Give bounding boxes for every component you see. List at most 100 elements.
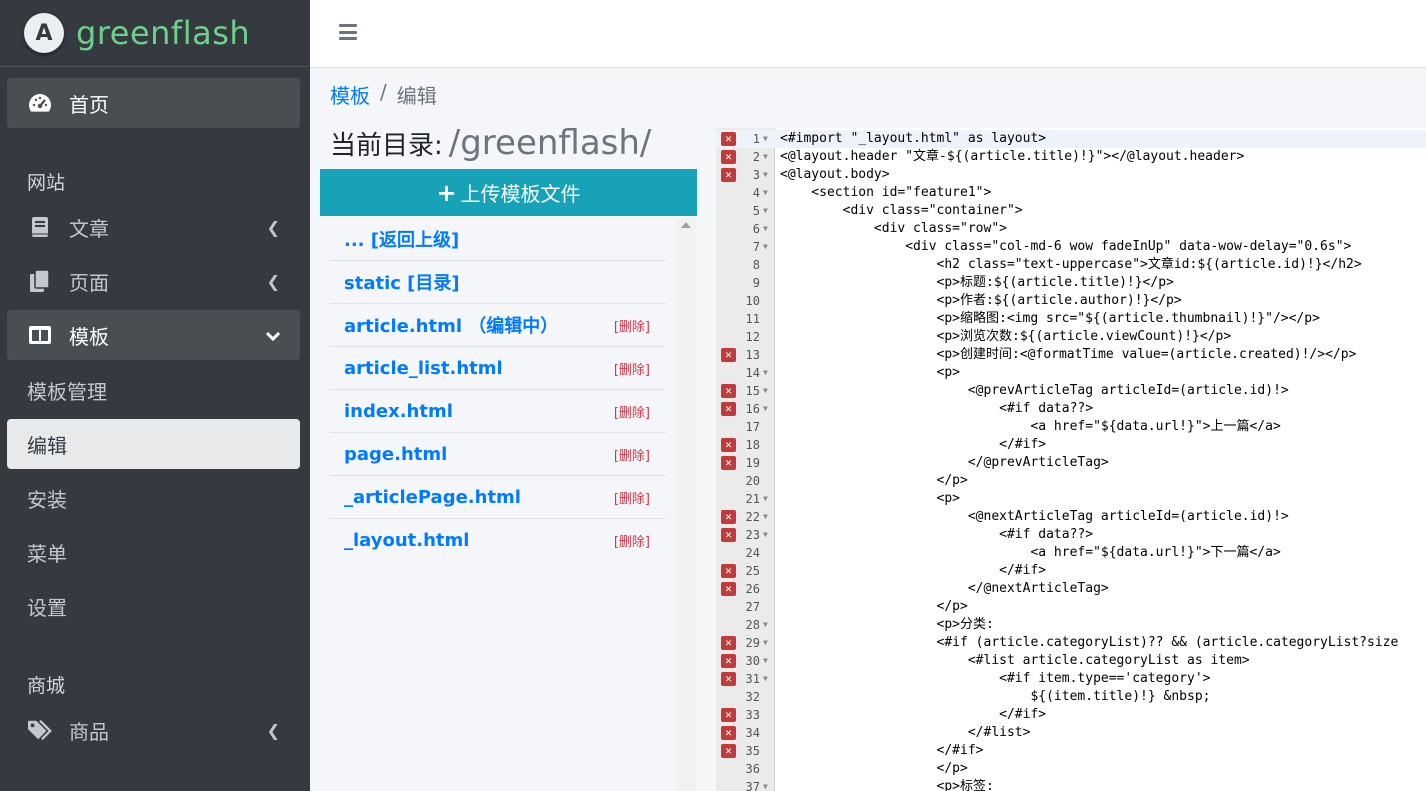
code-line[interactable]: 5 ▼ <div class="container"> (716, 202, 1426, 220)
code-line[interactable]: ✕ 31 ▼ <#if item.type=='category'> (716, 670, 1426, 688)
code-line[interactable]: 12 <p>浏览次数:${(article.viewCount)!}</p> (716, 328, 1426, 346)
file-link[interactable]: article.html （编辑中） (344, 312, 558, 338)
sidebar-item-article[interactable]: 文章 ❮ (7, 202, 300, 252)
sidebar-item-template-manage[interactable]: 模板管理 (7, 365, 300, 415)
sidebar-item-install[interactable]: 安装 (7, 473, 300, 523)
sidebar-item-product[interactable]: 商品 ❮ (7, 705, 300, 755)
file-list-scrollbar[interactable] (676, 218, 696, 791)
code-line[interactable]: 7 ▼ <div class="col-md-6 wow fadeInUp" da… (716, 238, 1426, 256)
code-line[interactable]: ✕ 34 </#list> (716, 724, 1426, 742)
sidebar-item-settings[interactable]: 设置 (7, 581, 300, 631)
fold-arrow-icon[interactable]: ▼ (763, 382, 768, 400)
error-marker-icon[interactable]: ✕ (721, 402, 736, 416)
file-link[interactable]: article_list.html (344, 358, 503, 379)
fold-arrow-icon[interactable]: ▼ (763, 184, 768, 202)
delete-file-link[interactable]: [删除] (614, 359, 650, 378)
fold-arrow-icon[interactable]: ▼ (763, 670, 768, 688)
fold-arrow-icon[interactable]: ▼ (763, 616, 768, 634)
code-line[interactable]: 36 </p> (716, 760, 1426, 778)
code-line[interactable]: ✕ 30 ▼ <#list article.categoryList as item… (716, 652, 1426, 670)
error-marker-icon[interactable]: ✕ (721, 132, 736, 146)
code-line[interactable]: ✕ 18 </#if> (716, 436, 1426, 454)
fold-arrow-icon[interactable]: ▼ (763, 220, 768, 238)
code-line[interactable]: ✕ 16 ▼ <#if data??> (716, 400, 1426, 418)
code-line[interactable]: ✕ 29 ▼ <#if (article.categoryList)?? && (a… (716, 634, 1426, 652)
code-line[interactable]: 24 <a href="${data.url!}">下一篇</a> (716, 544, 1426, 562)
fold-arrow-icon[interactable]: ▼ (763, 634, 768, 652)
file-link[interactable]: page.html (344, 444, 447, 465)
error-marker-icon[interactable]: ✕ (721, 708, 736, 722)
code-line[interactable]: 20 </p> (716, 472, 1426, 490)
file-link[interactable]: _articlePage.html (344, 487, 521, 508)
error-marker-icon[interactable]: ✕ (721, 672, 736, 686)
code-line[interactable]: ✕ 3 ▼ <@layout.body> (716, 166, 1426, 184)
code-line[interactable]: ✕ 23 ▼ <#if data??> (716, 526, 1426, 544)
error-marker-icon[interactable]: ✕ (721, 150, 736, 164)
sidebar-item-edit[interactable]: 编辑 (7, 419, 300, 469)
code-line[interactable]: ✕ 35 </#if> (716, 742, 1426, 760)
upload-template-button[interactable]: + 上传模板文件 (320, 169, 697, 216)
code-line[interactable]: 9 <p>标题:${(article.title)!}</p> (716, 274, 1426, 292)
sidebar-item-template[interactable]: 模板 (7, 310, 300, 360)
fold-arrow-icon[interactable]: ▼ (763, 130, 768, 148)
delete-file-link[interactable]: [删除] (614, 316, 650, 335)
breadcrumb-template-link[interactable]: 模板 (330, 80, 370, 109)
delete-file-link[interactable]: [删除] (614, 445, 650, 464)
fold-arrow-icon[interactable]: ▼ (763, 508, 768, 526)
error-marker-icon[interactable]: ✕ (721, 510, 736, 524)
fold-arrow-icon[interactable]: ▼ (763, 364, 768, 382)
code-line[interactable]: ✕ 33 </#if> (716, 706, 1426, 724)
code-line[interactable]: 17 <a href="${data.url!}">上一篇</a> (716, 418, 1426, 436)
code-line[interactable]: ✕ 2 ▼ <@layout.header "文章-${(article.title)… (716, 148, 1426, 166)
sidebar-item-home[interactable]: 首页 (7, 78, 300, 128)
file-link[interactable]: _layout.html (344, 530, 469, 551)
code-line[interactable]: ✕ 19 </@prevArticleTag> (716, 454, 1426, 472)
error-marker-icon[interactable]: ✕ (721, 528, 736, 542)
code-line[interactable]: 27 </p> (716, 598, 1426, 616)
error-marker-icon[interactable]: ✕ (721, 654, 736, 668)
error-marker-icon[interactable]: ✕ (721, 168, 736, 182)
code-line[interactable]: 4 ▼ <section id="feature1"> (716, 184, 1426, 202)
code-line[interactable]: ✕ 15 ▼ <@prevArticleTag articleId=(article… (716, 382, 1426, 400)
code-line[interactable]: 32 ${(item.title)!} &nbsp; (716, 688, 1426, 706)
fold-arrow-icon[interactable]: ▼ (763, 490, 768, 508)
fold-arrow-icon[interactable]: ▼ (763, 238, 768, 256)
hamburger-menu-icon[interactable] (339, 24, 357, 40)
error-marker-icon[interactable]: ✕ (721, 438, 736, 452)
code-line[interactable]: ✕ 1 ▼ <#import "_layout.html" as layout> (716, 130, 1426, 148)
fold-arrow-icon[interactable]: ▼ (763, 148, 768, 166)
error-marker-icon[interactable]: ✕ (721, 384, 736, 398)
code-line[interactable]: 6 ▼ <div class="row"> (716, 220, 1426, 238)
fold-arrow-icon[interactable]: ▼ (763, 778, 768, 791)
error-marker-icon[interactable]: ✕ (721, 564, 736, 578)
delete-file-link[interactable]: [删除] (614, 402, 650, 421)
file-link[interactable]: static [目录] (344, 269, 460, 295)
fold-arrow-icon[interactable]: ▼ (763, 526, 768, 544)
code-line[interactable]: 21 ▼ <p> (716, 490, 1426, 508)
fold-arrow-icon[interactable]: ▼ (763, 166, 768, 184)
file-link[interactable]: ... [返回上级] (344, 226, 459, 252)
error-marker-icon[interactable]: ✕ (721, 636, 736, 650)
fold-arrow-icon[interactable]: ▼ (763, 400, 768, 418)
scroll-up-arrow-icon[interactable] (681, 222, 691, 228)
code-line[interactable]: ✕ 13 <p>创建时间:<@formatTime value=(article.… (716, 346, 1426, 364)
error-marker-icon[interactable]: ✕ (721, 726, 736, 740)
error-marker-icon[interactable]: ✕ (721, 348, 736, 362)
delete-file-link[interactable]: [删除] (614, 488, 650, 507)
error-marker-icon[interactable]: ✕ (721, 744, 736, 758)
brand[interactable]: A greenflash (0, 0, 310, 67)
code-line[interactable]: 37 ▼ <p>标签: (716, 778, 1426, 791)
code-line[interactable]: ✕ 26 </@nextArticleTag> (716, 580, 1426, 598)
code-line[interactable]: 28 ▼ <p>分类: (716, 616, 1426, 634)
sidebar-item-menu[interactable]: 菜单 (7, 527, 300, 577)
error-marker-icon[interactable]: ✕ (721, 456, 736, 470)
code-line[interactable]: ✕ 25 </#if> (716, 562, 1426, 580)
sidebar-item-page[interactable]: 页面 ❮ (7, 256, 300, 306)
file-link[interactable]: index.html (344, 401, 453, 422)
code-line[interactable]: 10 <p>作者:${(article.author)!}</p> (716, 292, 1426, 310)
fold-arrow-icon[interactable]: ▼ (763, 202, 768, 220)
code-line[interactable]: ✕ 22 ▼ <@nextArticleTag articleId=(article… (716, 508, 1426, 526)
delete-file-link[interactable]: [删除] (614, 531, 650, 550)
code-line[interactable]: 11 <p>缩略图:<img src="${(article.thumbnail… (716, 310, 1426, 328)
code-line[interactable]: 14 ▼ <p> (716, 364, 1426, 382)
